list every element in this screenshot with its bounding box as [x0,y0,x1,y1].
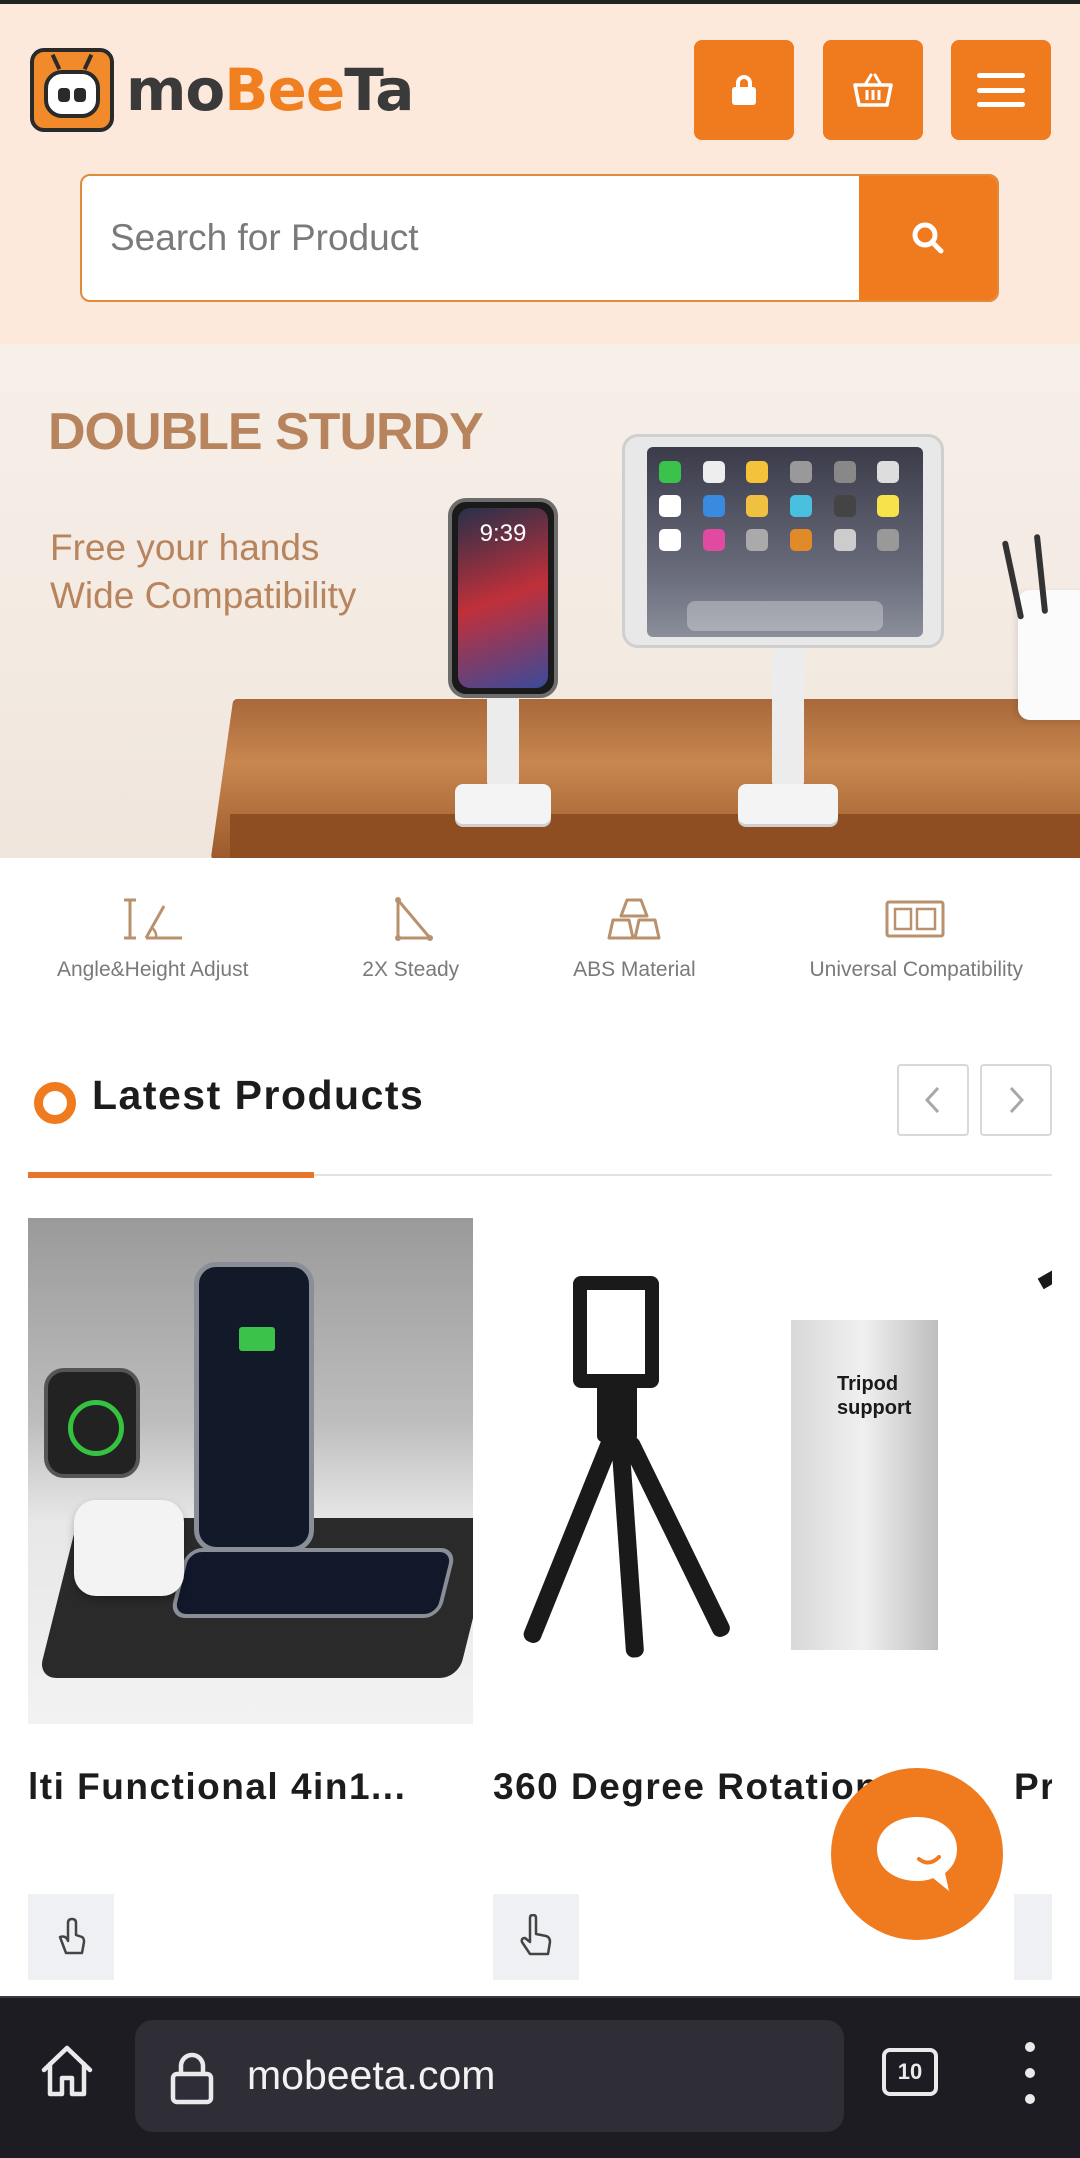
feature-label: 2X Steady [362,958,460,981]
pencil-image [1001,540,1025,620]
lock-icon[interactable] [169,2050,215,2106]
desk-edge [230,814,1080,858]
search-input[interactable] [82,176,862,300]
tablet-stand-image [738,646,838,828]
feature-item: ABS Material [573,894,696,982]
tablet-image [622,434,944,648]
address-bar[interactable]: mobeeta.com [135,2020,844,2132]
angle-height-icon [123,898,182,940]
site-logo[interactable]: moBeeTa [30,48,414,132]
phone-image: 9:39 [448,498,558,698]
account-button[interactable] [694,40,794,140]
chat-button[interactable] [831,1768,1003,1940]
search-icon [912,222,944,254]
product-box-text: Tripod support [837,1373,912,1419]
promo-banner[interactable]: DOUBLE STURDY Free your hands Wide Compa… [0,344,1080,858]
phone-stand-image [455,696,551,828]
hand-pointer-icon [520,1914,552,1956]
feature-item: Universal Compatibility [809,894,1023,982]
menu-button[interactable] [951,40,1051,140]
chevron-right-icon [1009,1086,1025,1114]
feature-strip: Angle&Height Adjust 2X Steady ABS Materi… [0,858,1080,1008]
chat-bubble-icon [877,1817,957,1891]
chevron-left-icon [924,1086,940,1114]
pencil-cup-image [1018,590,1080,720]
product-image[interactable] [28,1218,473,1724]
search-bar [80,174,999,302]
url-text: mobeeta.com [247,2052,496,2098]
triangle-icon [394,897,433,941]
devices-icon [885,900,945,938]
product-name[interactable]: Pr [1014,1766,1052,1808]
site-header: moBeeTa [0,4,1080,344]
product-card[interactable]: lti Functional 4in1... [28,1218,473,1998]
cart-button[interactable] [823,40,923,140]
product-card[interactable]: Pr [1014,1218,1052,1998]
hamburger-icon [977,73,1025,107]
feature-label: Universal Compatibility [809,958,1024,981]
logo-wordmark: moBeeTa [126,56,414,124]
product-action-button[interactable] [1014,1894,1052,1980]
phone-clock: 9:39 [479,520,527,547]
banner-title: DOUBLE STURDY [48,403,484,461]
tab-switcher-button[interactable]: 10 [882,2048,938,2096]
product-image[interactable]: Tripod support [493,1218,938,1724]
product-name[interactable]: lti Functional 4in1... [28,1766,473,1808]
banner-subtitle: Free your hands Wide Compatibility [50,527,357,616]
blocks-icon [607,898,661,940]
section-title: Latest Products [92,1072,425,1118]
section-marker-icon [34,1082,76,1124]
section-divider-accent [28,1172,314,1178]
feature-item: Angle&Height Adjust [57,894,248,982]
feature-label: ABS Material [573,958,696,981]
hand-pointer-icon [58,1917,86,1955]
basket-icon [853,73,893,107]
lock-icon [732,75,756,105]
hand-pointer-icon [1042,1917,1052,1957]
product-action-button[interactable] [28,1894,114,1980]
carousel-next-button[interactable] [980,1064,1052,1136]
feature-label: Angle&Height Adjust [56,958,249,981]
bee-logo-icon [30,48,114,132]
carousel-prev-button[interactable] [897,1064,969,1136]
search-button[interactable] [859,176,997,300]
feature-item: 2X Steady [362,894,459,982]
product-action-button[interactable] [493,1894,579,1980]
home-icon[interactable] [36,2040,98,2102]
product-box-image [791,1320,938,1650]
browser-toolbar: mobeeta.com 10 [0,1996,1080,2158]
latest-products-header: Latest Products [28,1060,1052,1180]
product-image[interactable] [1014,1218,1052,1724]
more-vertical-icon[interactable] [1024,2042,1036,2104]
